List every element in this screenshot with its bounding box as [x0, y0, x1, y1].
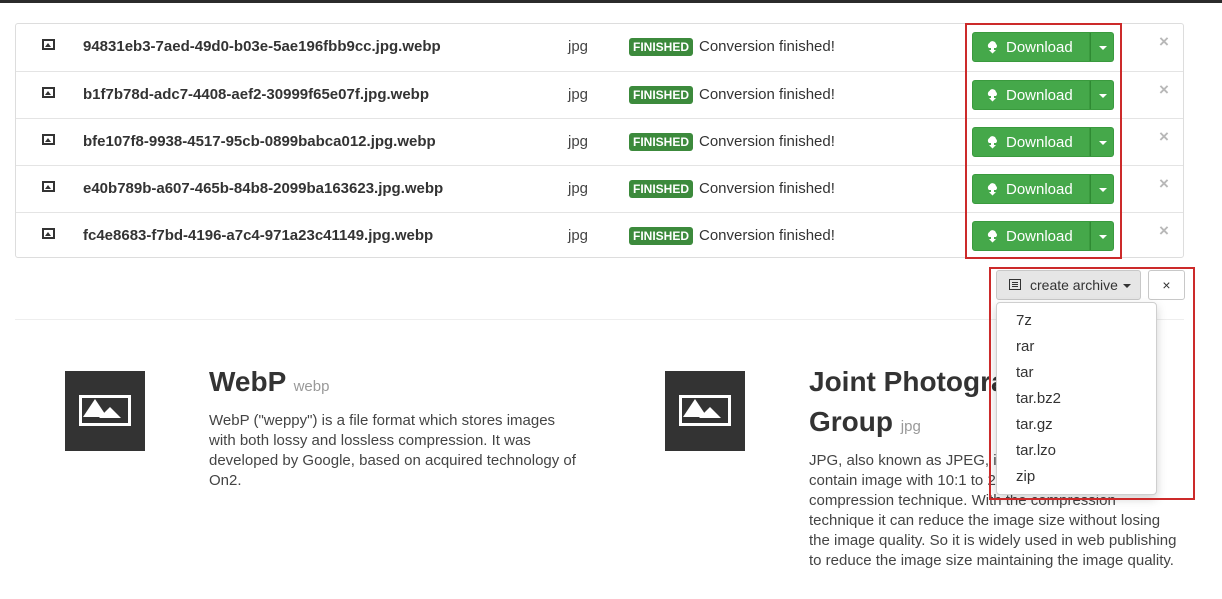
image-file-icon — [42, 228, 55, 239]
download-highlight — [965, 23, 1122, 259]
file-name: 94831eb3-7aed-49d0-b03e-5ae196fbb9cc.jpg… — [83, 38, 441, 55]
image-format-icon — [665, 371, 745, 451]
file-name: fc4e8683-f7bd-4196-a7c4-971a23c41149.jpg… — [83, 227, 434, 244]
format-short-jpg: jpg — [900, 418, 921, 435]
file-extension: jpg — [568, 133, 589, 150]
remove-file-button[interactable]: × — [1159, 174, 1169, 194]
file-extension: jpg — [568, 86, 589, 103]
image-format-icon — [65, 371, 145, 451]
file-name: bfe107f8-9938-4517-95cb-0899babca012.jpg… — [83, 133, 436, 150]
image-file-icon — [42, 87, 55, 98]
archive-highlight — [989, 267, 1195, 500]
remove-file-button[interactable]: × — [1159, 221, 1169, 241]
remove-file-button[interactable]: × — [1159, 32, 1169, 52]
status-message: Conversion finished! — [699, 38, 835, 55]
format-description-webp: WebP ("weppy") is a file format which st… — [209, 412, 576, 489]
status-badge: FINISHED — [629, 38, 694, 56]
file-extension: jpg — [568, 38, 589, 55]
remove-file-button[interactable]: × — [1159, 80, 1169, 100]
file-extension: jpg — [568, 180, 589, 197]
status-badge: FINISHED — [629, 86, 694, 104]
status-message: Conversion finished! — [699, 227, 835, 244]
file-extension: jpg — [568, 227, 589, 244]
format-short-webp: webp — [293, 378, 330, 395]
image-file-icon — [42, 39, 55, 50]
image-file-icon — [42, 181, 55, 192]
file-name: b1f7b78d-adc7-4408-aef2-30999f65e07f.jpg… — [83, 86, 429, 103]
format-title-webp: WebP webp — [209, 366, 330, 397]
status-badge: FINISHED — [629, 180, 694, 198]
status-message: Conversion finished! — [699, 133, 835, 150]
status-badge: FINISHED — [629, 133, 694, 151]
remove-file-button[interactable]: × — [1159, 127, 1169, 147]
status-message: Conversion finished! — [699, 180, 835, 197]
file-name: e40b789b-a607-465b-84b8-2099ba163623.jpg… — [83, 180, 444, 197]
top-bar — [0, 0, 1222, 3]
status-badge: FINISHED — [629, 227, 694, 245]
status-message: Conversion finished! — [699, 86, 835, 103]
image-file-icon — [42, 134, 55, 145]
